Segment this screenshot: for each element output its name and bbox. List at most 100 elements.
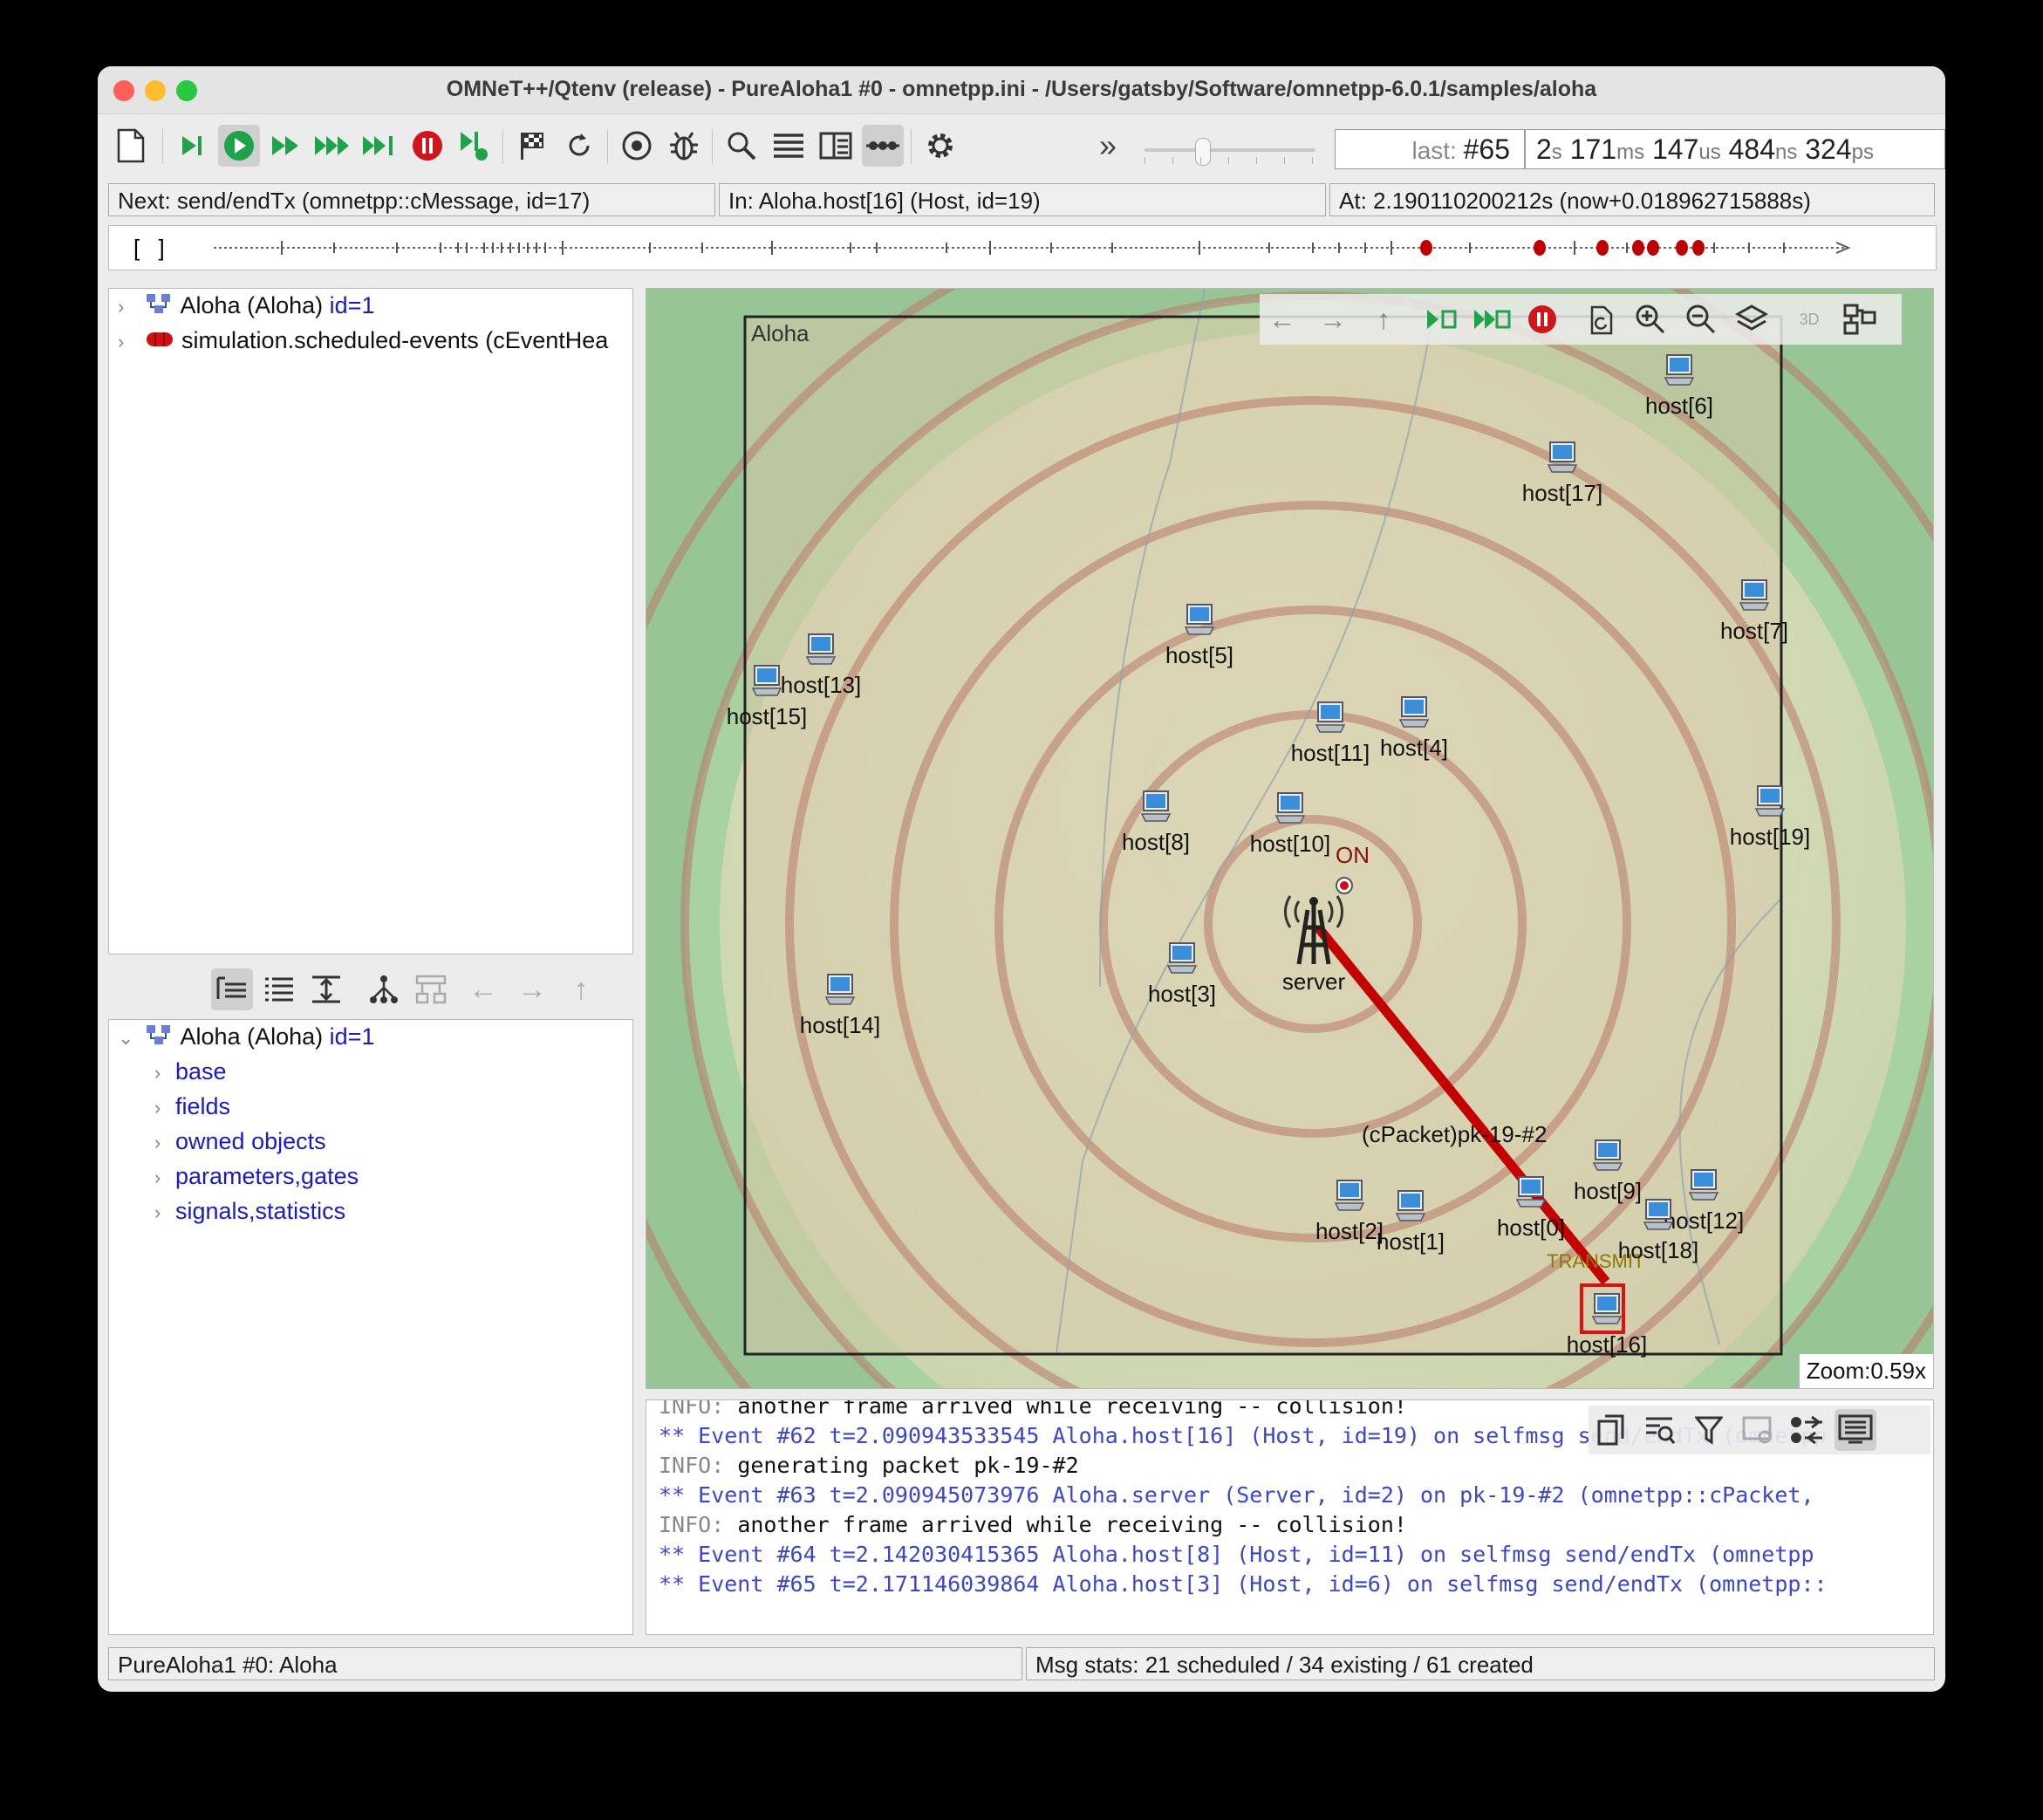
inspector-item-label: fields bbox=[175, 1093, 231, 1119]
express-run-icon[interactable] bbox=[312, 125, 354, 167]
packet-label: (cPacket)pk-19-#2 bbox=[1362, 1121, 1548, 1147]
copy-icon[interactable] bbox=[1590, 1409, 1632, 1451]
host-node[interactable]: host[15] bbox=[714, 662, 819, 730]
stop-icon[interactable] bbox=[407, 125, 448, 167]
log-text: another frame arrived while receiving --… bbox=[737, 1512, 1407, 1537]
filter-icon[interactable] bbox=[1688, 1409, 1730, 1451]
host-node[interactable]: host[5] bbox=[1156, 601, 1243, 669]
inheritance-view-icon[interactable] bbox=[305, 968, 347, 1010]
inspector-item-base[interactable]: › base bbox=[154, 1058, 227, 1091]
hierarchy-icon[interactable] bbox=[363, 968, 405, 1010]
host-node[interactable]: host[6] bbox=[1636, 352, 1723, 420]
server-node[interactable]: server bbox=[1266, 875, 1362, 996]
host-node[interactable]: host[1] bbox=[1367, 1187, 1454, 1256]
timeline[interactable]: [ ] bbox=[108, 225, 1937, 270]
network-view-icon bbox=[410, 968, 452, 1010]
host-node[interactable]: host[3] bbox=[1138, 940, 1226, 1008]
run-icon[interactable] bbox=[218, 125, 260, 167]
finish-flag-icon[interactable] bbox=[511, 125, 553, 167]
event-log-panel[interactable]: INFO: another frame arrived while receiv… bbox=[646, 1399, 1934, 1635]
debug-bug-icon[interactable] bbox=[663, 125, 705, 167]
inspector-item-fields[interactable]: › fields bbox=[154, 1093, 230, 1126]
next-module-status: In: Aloha.host[16] (Host, id=19) bbox=[719, 183, 1326, 216]
server-label: server bbox=[1281, 968, 1346, 995]
tree-item-label: simulation.scheduled-events (cEventHea bbox=[181, 327, 609, 353]
new-document-icon[interactable] bbox=[110, 125, 152, 167]
tree-item-label: Aloha (Aloha) bbox=[180, 292, 324, 318]
chevron-right-icon[interactable]: › bbox=[154, 1132, 175, 1154]
event-log-icon[interactable] bbox=[768, 125, 810, 167]
tree-view-icon[interactable] bbox=[211, 968, 253, 1010]
qtenv-window: OMNeT++/Qtenv (release) - PureAloha1 #0 … bbox=[98, 66, 1945, 1692]
target-icon[interactable] bbox=[616, 125, 658, 167]
split-view-icon[interactable] bbox=[815, 125, 857, 167]
chevron-right-icon[interactable]: › bbox=[118, 331, 139, 353]
debug-next-event-icon[interactable] bbox=[454, 125, 495, 167]
computer-icon bbox=[1140, 790, 1172, 822]
chevron-right-icon[interactable]: › bbox=[154, 1201, 175, 1224]
computer-icon bbox=[1739, 579, 1770, 611]
list-view-icon[interactable] bbox=[258, 968, 300, 1010]
host-node[interactable]: host[10] bbox=[1238, 790, 1343, 858]
tree-item-id: id=1 bbox=[329, 292, 375, 318]
host-label: host[8] bbox=[1121, 829, 1191, 855]
find-icon[interactable] bbox=[721, 125, 762, 167]
log-line: INFO: generating packet pk-19-#2 bbox=[659, 1453, 1079, 1478]
time-ms: 171 bbox=[1569, 133, 1617, 165]
chevron-right-icon[interactable]: › bbox=[154, 1062, 175, 1084]
last-event-label: last: bbox=[1411, 137, 1457, 164]
host-label: host[7] bbox=[1719, 618, 1789, 644]
host-node[interactable]: host[7] bbox=[1711, 577, 1798, 645]
log-text: generating packet pk-19-#2 bbox=[737, 1453, 1079, 1478]
step-icon[interactable] bbox=[171, 125, 213, 167]
zoom-indicator: Zoom:0.59x bbox=[1799, 1354, 1933, 1388]
log-mode-icon[interactable] bbox=[1835, 1409, 1876, 1451]
host-node[interactable]: host[19] bbox=[1718, 783, 1822, 851]
animation-speed-slider[interactable] bbox=[1144, 136, 1315, 168]
chevron-right-icon[interactable]: › bbox=[154, 1097, 175, 1119]
inspector-item-signals-statistics[interactable]: › signals,statistics bbox=[154, 1198, 345, 1231]
bottom-status-right: Msg stats: 21 scheduled / 34 existing / … bbox=[1026, 1647, 1935, 1680]
more-chevron-icon[interactable]: » bbox=[1087, 125, 1129, 167]
log-line: ** Event #63 t=2.090945073976 Aloha.serv… bbox=[659, 1482, 1814, 1508]
host-node[interactable]: host[17] bbox=[1510, 439, 1615, 507]
forward-arrow-icon: → bbox=[517, 972, 547, 1006]
object-inspector-panel: ⌄ Aloha (Aloha) id=1 › base › fields › owne… bbox=[108, 1019, 633, 1635]
inspector-root[interactable]: ⌄ Aloha (Aloha) id=1 bbox=[118, 1023, 374, 1057]
inspector-root-id: id=1 bbox=[329, 1023, 375, 1050]
messages-mode-icon[interactable] bbox=[1786, 1409, 1828, 1451]
computer-icon bbox=[824, 974, 856, 1005]
host-node[interactable]: host[4] bbox=[1370, 694, 1458, 762]
computer-icon bbox=[1184, 604, 1215, 635]
log-line: ** Event #65 t=2.171146039864 Aloha.host… bbox=[659, 1571, 1828, 1597]
run-until-icon[interactable] bbox=[359, 125, 401, 167]
time-unit-ms: ms bbox=[1616, 140, 1645, 164]
simulation-time-field: 2s 171ms 147us 484ns 324ps bbox=[1525, 129, 1945, 169]
find-in-log-icon[interactable] bbox=[1639, 1409, 1681, 1451]
host-node[interactable]: host[11] bbox=[1278, 699, 1383, 767]
tree-item-aloha[interactable]: › Aloha (Aloha) id=1 bbox=[118, 292, 374, 325]
log-prefix: INFO: bbox=[659, 1399, 725, 1419]
settings-gear-icon[interactable] bbox=[919, 125, 961, 167]
time-unit-ns: ns bbox=[1775, 140, 1798, 164]
host-node[interactable]: host[18] bbox=[1606, 1196, 1711, 1264]
chevron-right-icon[interactable]: › bbox=[154, 1167, 175, 1189]
host-label: host[14] bbox=[799, 1012, 881, 1038]
host-node[interactable]: host[0] bbox=[1487, 1173, 1575, 1242]
chevron-right-icon[interactable]: › bbox=[118, 296, 139, 318]
host-node[interactable]: host[8] bbox=[1112, 788, 1199, 856]
host-node[interactable]: host[9] bbox=[1564, 1137, 1651, 1205]
bottom-status-left: PureAloha1 #0: Aloha bbox=[108, 1647, 1022, 1680]
chevron-down-icon[interactable]: ⌄ bbox=[118, 1027, 139, 1050]
animation-icon[interactable] bbox=[862, 125, 904, 167]
host-label: host[6] bbox=[1644, 393, 1714, 419]
inspector-item-owned-objects[interactable]: › owned objects bbox=[154, 1128, 326, 1161]
inspector-item-parameters-gates[interactable]: › parameters,gates bbox=[154, 1163, 359, 1196]
tree-item-scheduled-events[interactable]: › simulation.scheduled-events (cEventHea bbox=[118, 327, 608, 360]
fast-run-icon[interactable] bbox=[265, 125, 307, 167]
module-icon bbox=[146, 293, 175, 320]
host-node[interactable]: host[14] bbox=[788, 971, 892, 1039]
host-node-selected[interactable]: host[16] bbox=[1559, 1290, 1655, 1358]
rebuild-network-icon[interactable] bbox=[558, 125, 600, 167]
network-canvas[interactable]: Aloha ← → ↑ 3D server ON (cPacket)pk-19-… bbox=[646, 288, 1934, 1389]
